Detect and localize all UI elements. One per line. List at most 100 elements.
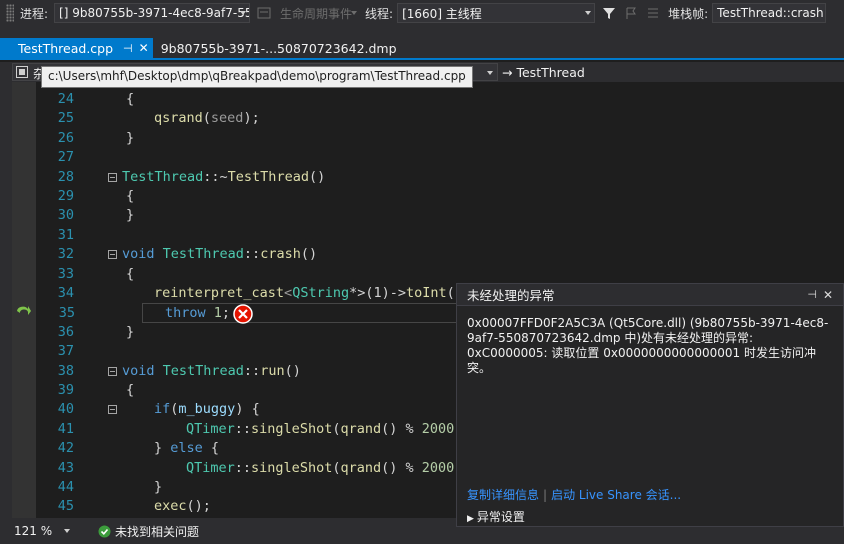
line-number: 31: [57, 226, 74, 243]
check-circle-icon: [98, 525, 111, 537]
flag-threads-icon[interactable]: [623, 5, 639, 21]
line-number: 35: [58, 305, 75, 322]
code-text: {: [126, 265, 135, 282]
code-text: }: [126, 207, 135, 224]
close-icon[interactable]: ✕: [823, 288, 833, 302]
line-number: 45: [57, 498, 74, 515]
error-icon: [233, 304, 253, 324]
link-separator: |: [543, 488, 548, 502]
caret-right-icon: ▶: [467, 514, 474, 524]
collapse-icon[interactable]: [108, 405, 117, 415]
code-line[interactable]: 33 {: [36, 265, 844, 284]
code-text: exec();: [154, 498, 211, 515]
code-line[interactable]: 28 TestThread::~TestThread(): [36, 168, 844, 187]
line-number: 34: [57, 285, 74, 301]
chevron-down-icon: [351, 11, 358, 15]
member-scope[interactable]: → TestThread: [502, 65, 585, 80]
line-number: 43: [57, 459, 74, 476]
current-statement-arrow-icon: [17, 306, 31, 315]
debug-toolbar: 进程: [] 9b80755b-3971-4ec8-9af7-55 生命周期事件…: [0, 0, 844, 26]
code-text: TestThread::~TestThread(): [122, 168, 326, 185]
zoom-value: 121 %: [14, 524, 53, 538]
zoom-combo[interactable]: 121 %: [14, 522, 72, 540]
project-icon: [16, 66, 28, 78]
start-liveshare-link[interactable]: 启动 Live Share 会话...: [551, 488, 681, 502]
thread-value: [1660] 主线程: [402, 6, 482, 21]
code-line[interactable]: 24 {: [36, 90, 844, 109]
stack-frame-combo[interactable]: TestThread::crash: [712, 3, 827, 23]
code-text: void TestThread::crash(): [122, 246, 318, 263]
line-number: 42: [57, 440, 74, 457]
exception-settings-label: 异常设置: [476, 510, 525, 524]
close-icon[interactable]: ✕: [139, 41, 149, 55]
chevron-down-icon: [585, 11, 592, 15]
exception-title-bar: 未经处理的异常 ⊣ ✕: [457, 284, 843, 306]
exception-helper-popup: 未经处理的异常 ⊣ ✕ 0x00007FFD0F2A5C3A (Qt5Core.…: [456, 283, 844, 527]
code-text: if(m_buggy) {: [154, 401, 260, 418]
tab-label: TestThread.cpp: [18, 40, 114, 56]
thread-label: 线程:: [365, 6, 394, 21]
exception-links: 复制详细信息 | 启动 Live Share 会话...: [467, 486, 681, 503]
collapse-icon[interactable]: [108, 366, 117, 376]
stack-frame-label: 堆栈帧:: [668, 6, 709, 21]
arrow-right-icon: →: [502, 64, 513, 80]
code-text: QTimer::singleShot(qrand() % 2000 +: [186, 420, 471, 437]
lifecycle-events-combo: 生命周期事件: [275, 3, 361, 23]
collapse-icon[interactable]: [108, 250, 117, 260]
code-text: QTimer::singleShot(qrand() % 2000 +: [186, 459, 471, 476]
line-number: 24: [57, 91, 74, 107]
document-tabs: TestThread.cpp ⊣ ✕ 9b80755b-3971-...5087…: [0, 38, 844, 60]
chevron-down-icon: [240, 11, 247, 15]
code-text: throw 1;: [165, 305, 231, 322]
collapse-icon[interactable]: [108, 172, 117, 182]
filter-icon[interactable]: [601, 5, 617, 21]
show-flagged-icon[interactable]: [645, 5, 661, 21]
copy-details-link[interactable]: 复制详细信息: [467, 488, 539, 502]
code-text: {: [126, 91, 135, 107]
pin-icon[interactable]: ⊣: [123, 42, 133, 55]
line-number: 26: [57, 129, 74, 146]
thread-combo[interactable]: [1660] 主线程: [397, 3, 596, 23]
exception-message: 0x00007FFD0F2A5C3A (Qt5Core.dll) (9b8075…: [467, 316, 829, 375]
code-text: }: [126, 323, 135, 340]
line-number: 36: [57, 323, 74, 340]
code-line[interactable]: 35 throw 1;: [59, 303, 472, 323]
line-number: 27: [57, 149, 74, 166]
glyph-margin[interactable]: [12, 82, 36, 518]
code-text: } else {: [154, 440, 220, 457]
code-text: {: [126, 382, 135, 398]
code-text: {: [126, 188, 135, 204]
code-line[interactable]: 32 void TestThread::crash(): [36, 245, 844, 264]
line-number: 39: [57, 382, 74, 398]
stack-frame-value: TestThread::crash: [717, 6, 824, 20]
code-text: }: [126, 129, 135, 146]
code-line[interactable]: 29 {: [36, 187, 844, 206]
tab-label: 9b80755b-3971-...50870723642.dmp: [160, 40, 397, 56]
code-line[interactable]: 25 qsrand(seed);: [36, 109, 844, 128]
line-number: 28: [57, 168, 74, 185]
chevron-down-icon: [64, 529, 70, 533]
member-scope-label: TestThread: [516, 64, 585, 80]
line-number: 40: [57, 401, 74, 418]
line-number: 25: [57, 110, 74, 127]
line-number: 38: [57, 362, 74, 379]
pin-icon[interactable]: ⊣: [807, 288, 817, 301]
issues-label: 未找到相关问题: [115, 524, 200, 539]
exception-settings-expander[interactable]: ▶ 异常设置: [467, 508, 525, 525]
line-number: 44: [57, 479, 74, 495]
code-line[interactable]: 26}: [36, 129, 844, 148]
toolbar-grip[interactable]: [6, 4, 14, 22]
line-number: 32: [57, 246, 74, 263]
line-number: 29: [57, 188, 74, 204]
process-value: [] 9b80755b-3971-4ec8-9af7-55: [59, 6, 251, 20]
code-line[interactable]: 30}: [36, 206, 844, 225]
code-line[interactable]: 31: [36, 226, 844, 245]
code-line[interactable]: 27: [36, 148, 844, 167]
process-label: 进程:: [20, 6, 49, 21]
tab-testthread-cpp[interactable]: TestThread.cpp ⊣ ✕: [0, 38, 153, 58]
file-path-tooltip: c:\Users\mhf\Desktop\dmp\qBreakpad\demo\…: [41, 66, 473, 88]
issues-indicator[interactable]: 未找到相关问题: [98, 523, 199, 540]
process-combo[interactable]: [] 9b80755b-3971-4ec8-9af7-55: [54, 3, 251, 23]
left-tool-strip: [0, 62, 12, 518]
tab-dump-file[interactable]: 9b80755b-3971-...50870723642.dmp: [155, 38, 403, 58]
